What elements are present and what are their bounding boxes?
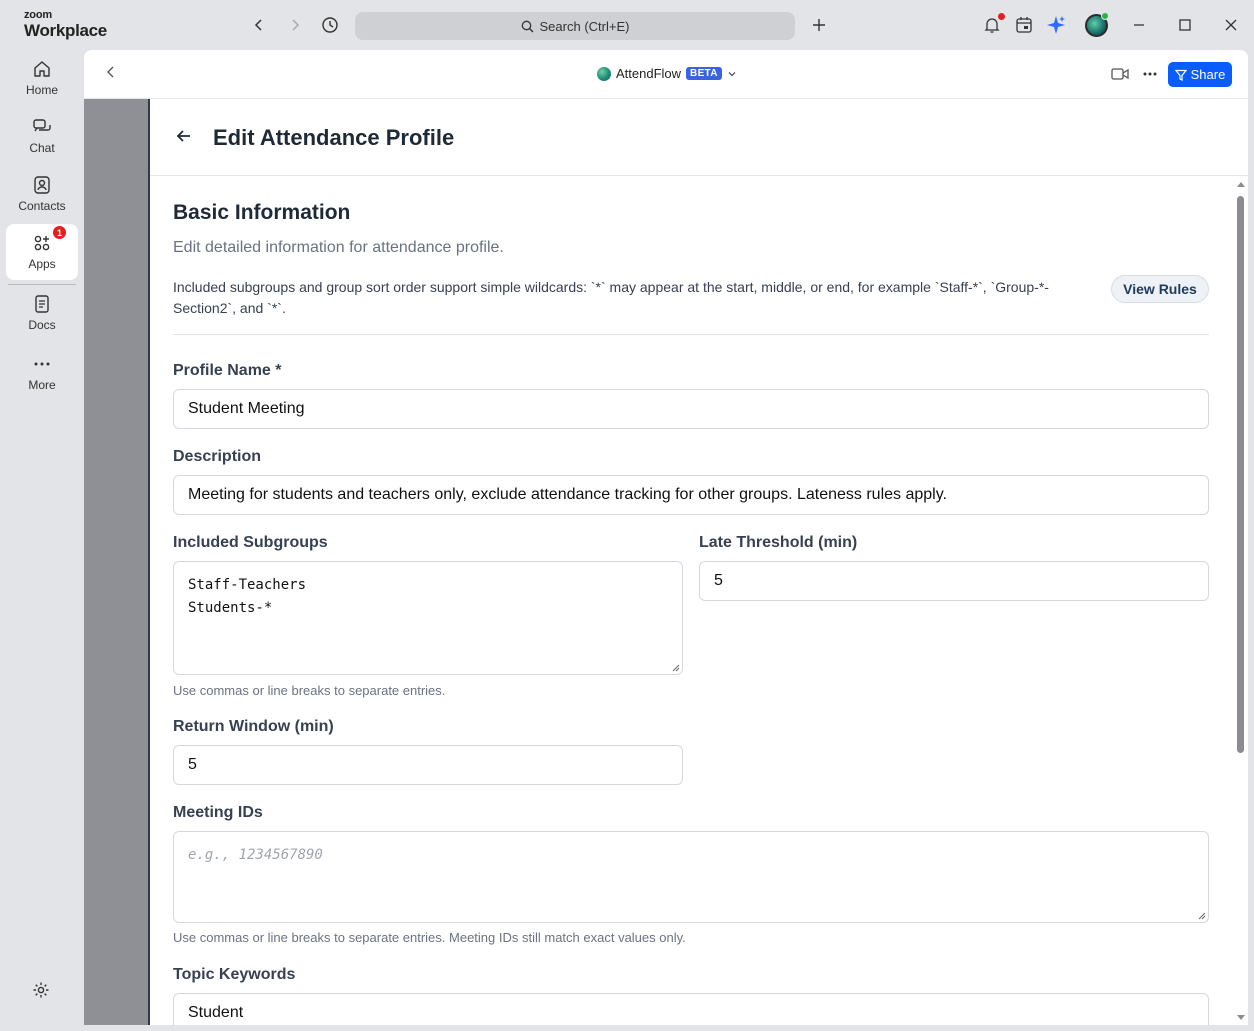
included-subgroups-textarea[interactable]: Staff-Teachers Students-* (173, 561, 683, 675)
zoom-workplace-logo: zoom Workplace (24, 9, 107, 40)
search-label: Search (Ctrl+E) (539, 18, 630, 34)
sidebar-item-label: More (28, 378, 56, 392)
plus-icon[interactable] (808, 14, 830, 36)
share-label: Share (1190, 67, 1226, 82)
beta-badge: BETA (686, 67, 722, 80)
vertical-scrollbar[interactable] (1234, 178, 1248, 1025)
sidebar-item-chat[interactable]: Chat (6, 108, 78, 164)
docs-icon (35, 295, 49, 313)
profile-name-label: Profile Name * (173, 362, 282, 379)
wildcard-hint: Included subgroups and group sort order … (173, 279, 1049, 316)
search-icon (521, 20, 534, 32)
app-switcher[interactable]: AttendFlow BETA (597, 66, 737, 81)
close-icon[interactable] (1220, 14, 1242, 36)
sidebar-item-label: Chat (29, 141, 55, 155)
scroll-thumb[interactable] (1237, 196, 1244, 753)
section-subtitle: Edit detailed information for attendance… (173, 239, 504, 256)
dimmed-overlay (84, 99, 148, 1025)
resize-handle-icon[interactable] (672, 664, 680, 672)
meeting-ids-label: Meeting IDs (173, 804, 263, 821)
history-icon[interactable] (320, 15, 340, 35)
app-panel: AttendFlow BETA Share Edit Attendance Pr… (84, 50, 1248, 1025)
description-label: Description (173, 448, 262, 465)
sidebar-item-label: Contacts (18, 199, 66, 213)
return-window-input[interactable]: 5 (173, 745, 683, 785)
notification-dot (998, 13, 1005, 20)
back-arrow-icon[interactable] (249, 15, 269, 35)
left-sidebar: Home Chat Contacts Apps 1 Docs More (0, 50, 84, 1031)
sidebar-item-apps[interactable]: Apps 1 (6, 224, 78, 280)
scroll-up-icon[interactable] (1236, 180, 1246, 188)
chevron-left-icon[interactable] (104, 65, 118, 84)
app-header: AttendFlow BETA Share (84, 50, 1248, 99)
description-input[interactable]: Meeting for students and teachers only, … (173, 475, 1209, 515)
app-name: AttendFlow (616, 66, 682, 81)
view-rules-button[interactable]: View Rules (1111, 275, 1209, 303)
app-logo-icon (597, 66, 611, 81)
apps-badge: 1 (53, 226, 66, 239)
return-window-label: Return Window (min) (173, 718, 334, 735)
forward-arrow-icon[interactable] (285, 15, 305, 35)
resize-handle-icon[interactable] (1198, 912, 1206, 920)
sidebar-item-home[interactable]: Home (6, 50, 78, 106)
more-dots-icon (34, 362, 50, 366)
scroll-down-icon[interactable] (1236, 1014, 1246, 1022)
calendar-icon[interactable] (1013, 14, 1035, 36)
page-title: Edit Attendance Profile (213, 125, 455, 150)
page-header: Edit Attendance Profile (150, 99, 1248, 176)
profile-form: Basic Information Edit detailed informat… (159, 177, 1229, 1025)
late-threshold-input[interactable]: 5 (699, 561, 1209, 601)
topic-keywords-input[interactable]: Student (173, 993, 1209, 1025)
sidebar-item-docs[interactable]: Docs (6, 285, 78, 341)
late-threshold-label: Late Threshold (min) (699, 534, 858, 551)
filter-funnel-icon (1174, 69, 1187, 81)
apps-icon (34, 235, 50, 251)
sidebar-item-contacts[interactable]: Contacts (6, 166, 78, 222)
included-subgroups-label: Included Subgroups (173, 534, 328, 551)
sidebar-item-more[interactable]: More (6, 345, 78, 401)
video-icon[interactable] (1111, 66, 1129, 87)
chat-icon (33, 119, 51, 132)
sidebar-item-label: Docs (28, 318, 56, 332)
arrow-left-icon[interactable] (176, 128, 192, 149)
sidebar-item-label: Apps (28, 257, 56, 271)
brand-small: zoom (24, 9, 52, 21)
settings-gear-icon[interactable] (32, 981, 52, 1001)
profile-name-input[interactable]: Student Meeting (173, 389, 1209, 429)
more-options-icon[interactable] (1142, 66, 1158, 87)
brand-big: Workplace (24, 21, 107, 40)
maximize-icon[interactable] (1174, 14, 1196, 36)
chevron-down-icon (728, 71, 736, 76)
presence-dot (1101, 12, 1109, 20)
edit-profile-drawer: Edit Attendance Profile Basic Informatio… (148, 99, 1248, 1025)
minimize-icon[interactable] (1128, 14, 1150, 36)
contacts-icon (34, 176, 50, 194)
title-bar: zoom Workplace Search (Ctrl+E) (0, 0, 1254, 50)
section-title: Basic Information (173, 201, 351, 224)
meeting-ids-help: Use commas or line breaks to separate en… (173, 930, 686, 945)
divider (173, 334, 1209, 335)
home-icon (34, 61, 50, 77)
search-bar[interactable]: Search (Ctrl+E) (355, 12, 795, 40)
meeting-ids-textarea[interactable]: e.g., 1234567890 (173, 831, 1209, 923)
ai-sparkle-icon[interactable] (1045, 14, 1067, 36)
subgroups-help: Use commas or line breaks to separate en… (173, 683, 446, 698)
share-button[interactable]: Share (1168, 62, 1232, 87)
topic-keywords-label: Topic Keywords (173, 966, 296, 983)
sidebar-item-label: Home (25, 83, 58, 97)
